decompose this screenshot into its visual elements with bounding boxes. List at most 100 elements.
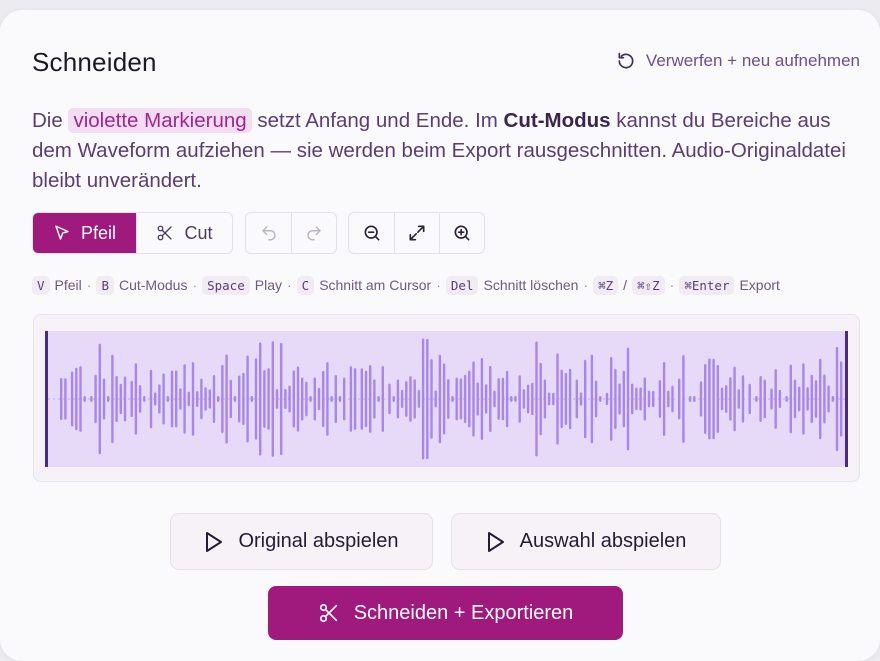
undo-button[interactable]	[246, 213, 291, 253]
cut-export-button[interactable]: Schneiden + Exportieren	[268, 586, 623, 640]
play-original-label: Original abspielen	[238, 530, 399, 552]
waveform-bar	[531, 382, 534, 416]
waveform-bar	[442, 363, 446, 435]
waveform-bar	[594, 380, 598, 418]
waveform-bar	[288, 385, 291, 413]
waveform-bar	[789, 364, 792, 434]
waveform-bar	[259, 342, 262, 456]
waveform-bar	[493, 390, 496, 408]
waveform-bar	[835, 346, 839, 452]
waveform-bar	[138, 385, 142, 413]
waveform-bar	[560, 369, 563, 429]
waveform-bar	[622, 370, 625, 428]
waveform-bar	[552, 392, 555, 406]
waveform-bar	[699, 381, 703, 417]
shortcut-key: ⌘Enter	[679, 275, 735, 295]
redo-button[interactable]	[291, 213, 336, 253]
waveform-bar	[564, 372, 568, 426]
waveform-bar	[802, 363, 805, 435]
waveform-bar	[98, 343, 101, 455]
waveform-bar	[90, 396, 93, 402]
waveform-bar	[179, 388, 182, 410]
zoom-out-button[interactable]	[349, 213, 394, 253]
shortcut-key: Del	[445, 275, 479, 295]
waveform-bar	[369, 365, 372, 433]
redo-icon	[307, 226, 321, 241]
waveform-bar	[505, 370, 509, 428]
waveform-bar	[143, 396, 146, 402]
waveform-bar	[191, 362, 195, 436]
waveform-bar	[349, 366, 353, 432]
waveform-bar	[430, 359, 433, 439]
waveform-bar	[671, 385, 674, 413]
waveform-bar	[434, 390, 437, 408]
waveform-bar	[831, 396, 834, 402]
zoom-in-button[interactable]	[439, 213, 484, 253]
waveform-bar	[267, 368, 270, 430]
waveform-bar	[79, 366, 82, 432]
waveform-bar	[170, 370, 174, 428]
waveform-bar	[639, 387, 642, 411]
waveform-bar	[539, 362, 542, 436]
shortcut-key: ⌘Z	[593, 275, 619, 295]
cut-mode-button[interactable]: Cut	[136, 213, 232, 253]
waveform-bar	[547, 392, 551, 406]
waveform-bar	[196, 390, 199, 408]
waveform-bar	[720, 387, 724, 411]
waveform-bar	[217, 396, 220, 402]
waveform-bar	[748, 383, 751, 415]
fit-view-button[interactable]	[394, 213, 439, 253]
waveform-editor[interactable]	[33, 314, 860, 482]
shortcut-key: ⌘⇧Z	[632, 275, 665, 295]
scissors-icon	[158, 225, 173, 241]
waveform-bar	[614, 368, 617, 430]
waveform-bar	[688, 396, 692, 402]
waveform-bar	[421, 338, 425, 460]
waveform-bar	[733, 366, 736, 432]
waveform-bar	[579, 392, 583, 406]
waveform-bar	[741, 375, 745, 423]
undo-icon	[261, 226, 276, 241]
waveform-bar	[652, 390, 655, 408]
pfeil-mode-button[interactable]: Pfeil	[33, 213, 136, 253]
play-original-button[interactable]: Original abspielen	[170, 513, 433, 570]
waveform-bar	[459, 378, 463, 420]
waveform-bar	[667, 390, 670, 408]
shortcut-key: B	[96, 275, 114, 295]
waveform-bar	[682, 355, 685, 443]
waveform-bar	[313, 377, 316, 421]
waveform-bar	[827, 385, 830, 413]
waveform-bar	[568, 368, 572, 430]
waveform-bar	[417, 389, 421, 409]
waveform-bar	[280, 342, 283, 456]
shortcut-label: Schnitt am Cursor	[319, 277, 432, 293]
waveform-bar	[284, 388, 287, 410]
waveform-bar	[480, 357, 484, 441]
play-selection-button[interactable]: Auswahl abspielen	[451, 513, 721, 570]
waveform-bar	[643, 377, 646, 421]
waveform-bar	[729, 377, 732, 421]
waveform-bar	[447, 379, 450, 419]
waveform-bar	[301, 377, 304, 421]
waveform-bar	[322, 370, 325, 428]
discard-rerecord-button[interactable]: Verwerfen + neu aufnehmen	[616, 50, 860, 72]
waveform-bar	[225, 354, 228, 444]
desc-bold-cut-mode: Cut-Modus	[503, 109, 611, 132]
waveform-bar	[605, 392, 609, 406]
waveform-bar	[400, 389, 404, 409]
waveform-bar	[814, 380, 818, 418]
waveform-bar	[158, 384, 161, 414]
waveform-bar	[238, 375, 241, 423]
waveform-bar	[716, 365, 719, 433]
panel-title: Schneiden	[32, 47, 157, 77]
export-label: Schneiden + Exportieren	[353, 601, 574, 624]
waveform-bar	[658, 380, 662, 418]
waveform-bar	[510, 396, 513, 402]
shortcut-label: Schnitt löschen	[483, 277, 579, 293]
waveform-bar	[693, 396, 696, 402]
waveform-bar	[233, 396, 237, 402]
waveform-bar	[338, 396, 342, 402]
waveform[interactable]	[42, 325, 853, 473]
waveform-bar	[704, 363, 707, 435]
waveform-bar	[246, 355, 249, 443]
